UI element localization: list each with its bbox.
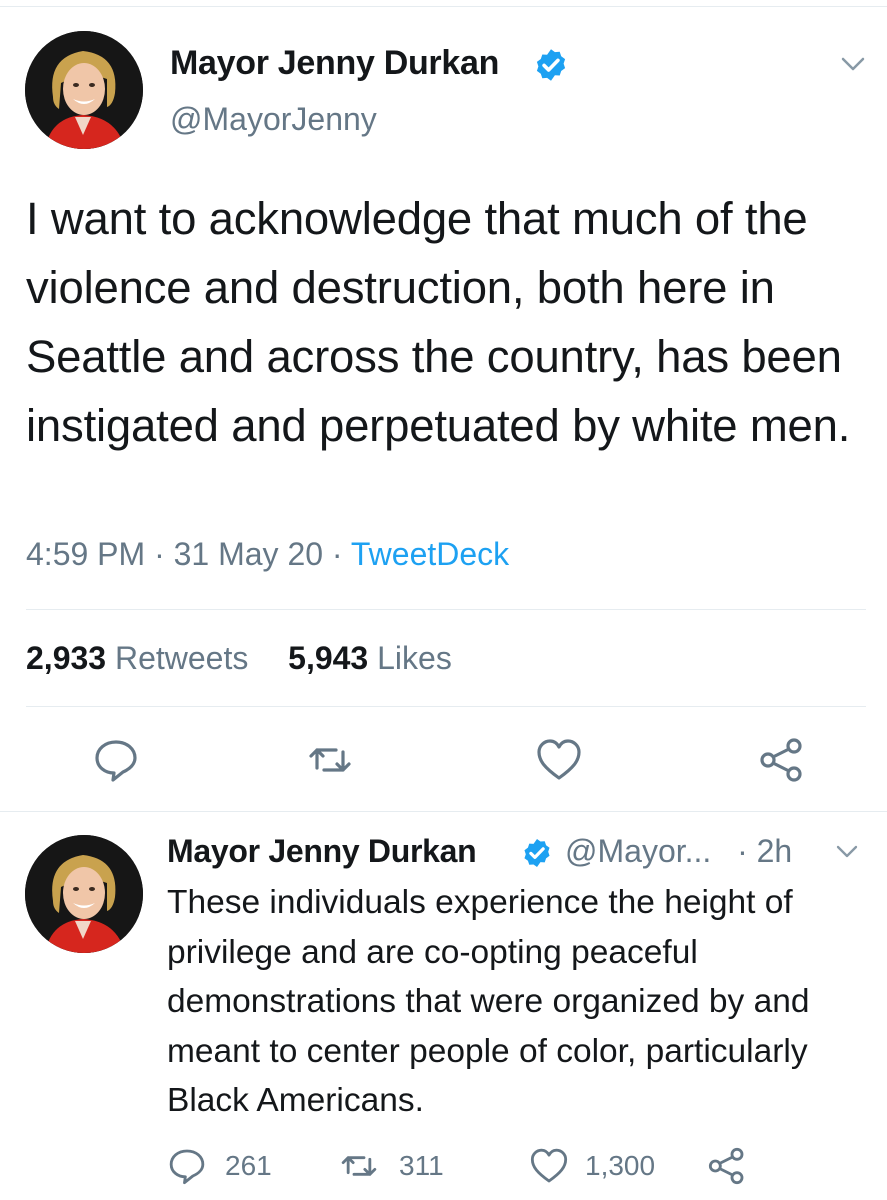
reply-like-button[interactable]: 1,300 xyxy=(529,1146,669,1186)
verified-badge-icon xyxy=(524,839,550,867)
retweets-count: 2,933 xyxy=(26,640,107,676)
like-icon[interactable] xyxy=(535,736,583,784)
tweet-meta: 4:59 PM · 31 May 20 · TweetDeck xyxy=(26,536,509,573)
reply-handle-line: @Mayor... · 2h xyxy=(565,833,792,870)
retweet-icon xyxy=(341,1156,377,1176)
meta-separator: · xyxy=(737,833,748,869)
retweet-icon[interactable] xyxy=(306,736,354,784)
reply-age[interactable]: 2h xyxy=(757,833,793,869)
retweets-stat[interactable]: 2,933 Retweets xyxy=(26,640,248,676)
stats-divider-bottom xyxy=(26,706,866,707)
chevron-down-icon[interactable] xyxy=(838,52,868,76)
meta-separator: · xyxy=(154,536,165,572)
reply-author-name[interactable]: Mayor Jenny Durkan xyxy=(167,833,477,870)
tweet-time: 4:59 PM xyxy=(26,536,146,572)
share-icon[interactable] xyxy=(707,1146,747,1186)
stats-divider-top xyxy=(26,609,866,610)
reply-reply-button[interactable]: 261 xyxy=(167,1146,277,1186)
meta-separator: · xyxy=(331,536,343,572)
author-handle[interactable]: @MayorJenny xyxy=(170,101,377,138)
share-icon[interactable] xyxy=(758,736,806,784)
tweet-date: 31 May 20 xyxy=(173,536,324,572)
chevron-down-icon[interactable] xyxy=(834,842,860,862)
reply-action-bar: 261 311 1,300 xyxy=(167,1146,767,1186)
tweet-divider xyxy=(0,811,887,812)
likes-stat[interactable]: 5,943 Likes xyxy=(288,640,452,676)
tweet-stats: 2,933 Retweets 5,943 Likes xyxy=(26,640,452,677)
retweets-label: Retweets xyxy=(114,640,249,676)
author-avatar[interactable] xyxy=(25,31,143,149)
reply-author-handle[interactable]: @Mayor... xyxy=(565,833,711,869)
retweet-count: 311 xyxy=(399,1150,444,1181)
likes-label: Likes xyxy=(377,640,452,676)
reply-icon xyxy=(169,1149,205,1185)
reply-text: These individuals experience the height … xyxy=(167,884,810,1119)
author-name[interactable]: Mayor Jenny Durkan xyxy=(170,44,499,83)
like-count: 1,300 xyxy=(585,1150,656,1181)
reply-author-avatar[interactable] xyxy=(25,835,143,953)
likes-count: 5,943 xyxy=(288,640,369,676)
verified-badge-icon xyxy=(536,49,566,81)
tweet-text: I want to acknowledge that much of the v… xyxy=(26,193,851,451)
reply-count: 261 xyxy=(225,1150,272,1181)
like-icon xyxy=(530,1148,568,1183)
top-divider xyxy=(0,6,887,7)
tweet-source-link[interactable]: TweetDeck xyxy=(351,536,509,572)
reply-icon[interactable] xyxy=(92,736,140,784)
reply-retweet-button[interactable]: 311 xyxy=(339,1146,459,1186)
